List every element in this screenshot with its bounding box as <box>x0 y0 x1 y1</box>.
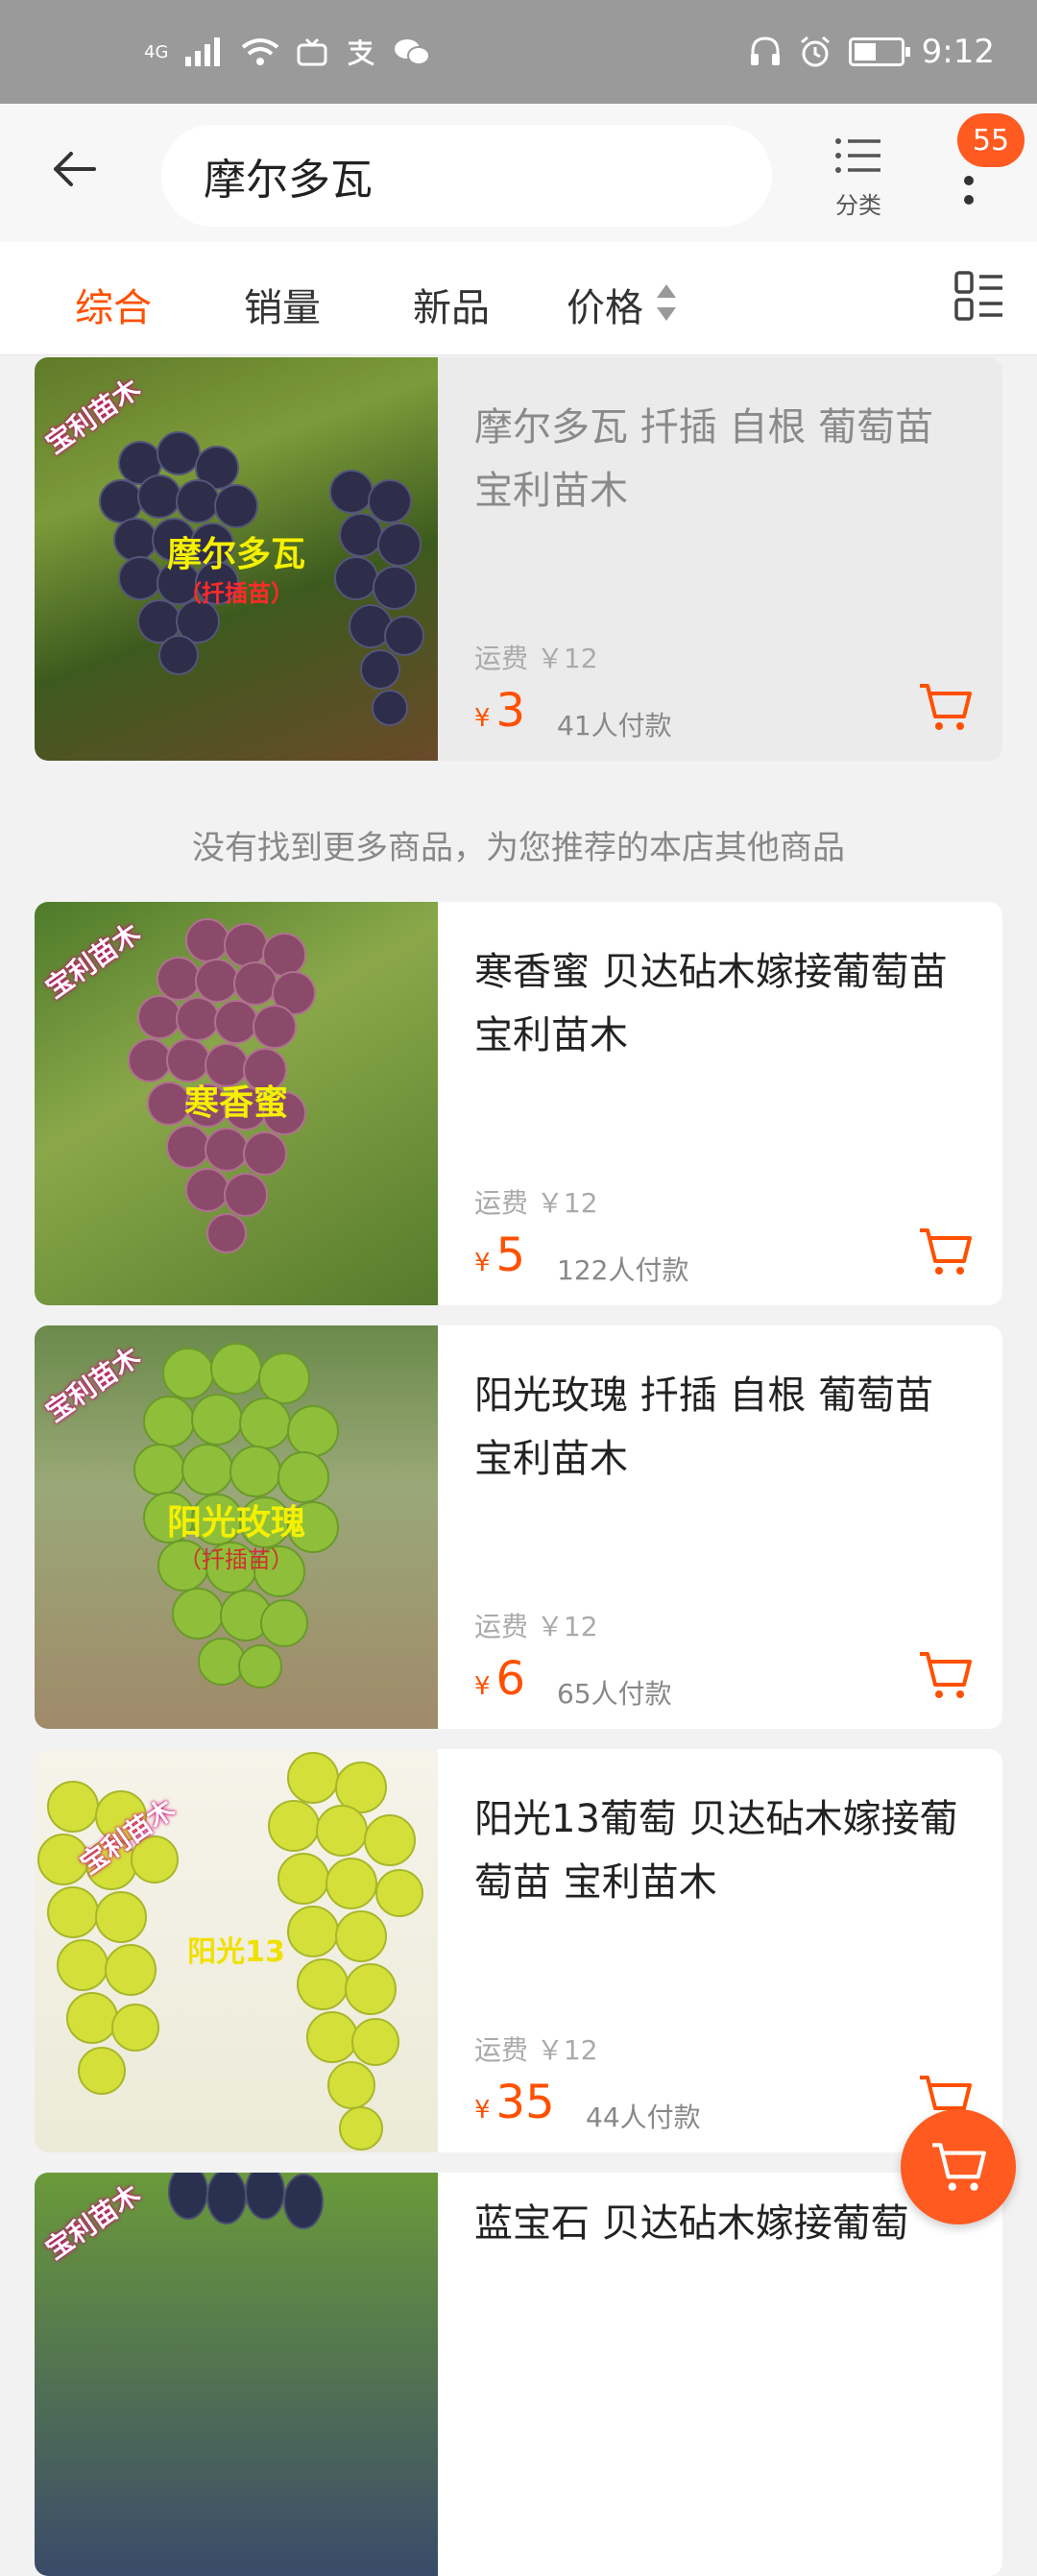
product-price: ¥35 <box>474 2076 555 2129</box>
product-card[interactable]: 阳光13 宝利苗木 阳光13葡萄 贝达砧木嫁接葡萄苗 宝利苗木 运费 ￥12 ¥… <box>35 1749 1002 2152</box>
sort-arrows-icon <box>657 284 676 321</box>
back-button[interactable] <box>48 142 111 206</box>
currency-symbol: ¥ <box>474 1672 491 1701</box>
layout-toggle-button[interactable] <box>954 271 1004 321</box>
product-price: ¥6 <box>474 1652 525 1706</box>
cart-icon <box>920 1228 972 1275</box>
product-title[interactable]: 蓝宝石 贝达砧木嫁接葡萄 <box>474 2192 974 2255</box>
price-value: 6 <box>495 1652 526 1706</box>
product-card[interactable]: 摩尔多瓦 （扦插苗） 宝利苗木 摩尔多瓦 扦插 自根 葡萄苗 宝利苗木 运费 ￥… <box>35 357 1002 761</box>
currency-symbol: ¥ <box>474 704 491 733</box>
product-title[interactable]: 摩尔多瓦 扦插 自根 葡萄苗 宝利苗木 <box>474 396 974 522</box>
alipay-icon <box>349 39 374 66</box>
cart-icon <box>920 684 972 730</box>
add-to-cart-button[interactable] <box>916 1223 974 1280</box>
wifi-icon <box>242 38 279 65</box>
sales-count: 65人付款 <box>557 1678 672 1710</box>
currency-symbol: ¥ <box>474 1249 491 1277</box>
shipping-fee: 运费 ￥12 <box>474 1187 598 1219</box>
category-button[interactable]: 分类 <box>828 136 889 220</box>
list-icon <box>835 138 880 173</box>
product-card[interactable]: 寒香蜜 宝利苗木 寒香蜜 贝达砧木嫁接葡萄苗 宝利苗木 运费 ￥12 ¥5 12… <box>35 902 1002 1305</box>
shipping-fee: 运费 ￥12 <box>474 2034 598 2066</box>
product-price: ¥5 <box>474 1228 525 1282</box>
more-vertical-icon <box>964 176 974 205</box>
signal-icon <box>185 37 221 66</box>
recommendation-notice: 没有找到更多商品，为您推荐的本店其他商品 <box>192 829 845 867</box>
product-title[interactable]: 阳光玫瑰 扦插 自根 葡萄苗 宝利苗木 <box>474 1364 974 1491</box>
product-image[interactable]: 摩尔多瓦 （扦插苗） 宝利苗木 <box>35 357 438 761</box>
alarm-icon <box>800 36 830 67</box>
currency-symbol: ¥ <box>474 2096 491 2125</box>
product-image[interactable]: 寒香蜜 宝利苗木 <box>35 902 438 1305</box>
search-header: 摩尔多瓦 分类 55 <box>0 104 1037 242</box>
more-button[interactable] <box>954 161 983 219</box>
grid-list-icon <box>954 271 1002 321</box>
product-title[interactable]: 阳光13葡萄 贝达砧木嫁接葡萄苗 宝利苗木 <box>474 1787 974 1914</box>
back-arrow-icon <box>54 152 96 186</box>
image-caption: 阳光玫瑰 <box>166 1503 305 1543</box>
sales-count: 41人付款 <box>557 710 672 741</box>
floating-cart-button[interactable] <box>901 2109 1016 2224</box>
tab-sales[interactable]: 销量 <box>244 277 321 332</box>
shipping-fee: 运费 ￥12 <box>474 643 598 674</box>
image-caption: 寒香蜜 <box>183 1083 288 1123</box>
product-price: ¥3 <box>474 684 525 738</box>
sales-count: 122人付款 <box>557 1254 689 1286</box>
image-caption: 阳光13 <box>187 1935 285 1969</box>
sales-count: 44人付款 <box>586 2102 701 2133</box>
search-query: 摩尔多瓦 <box>204 156 373 205</box>
tab-new[interactable]: 新品 <box>413 277 490 332</box>
clock: 9:12 <box>921 33 995 71</box>
category-label: 分类 <box>835 192 881 219</box>
image-caption: 摩尔多瓦 <box>166 535 305 574</box>
cart-icon <box>932 2143 986 2191</box>
battery-icon <box>848 37 910 66</box>
price-value: 3 <box>495 684 526 738</box>
tab-overall[interactable]: 综合 <box>75 277 152 332</box>
wechat-icon <box>395 39 431 65</box>
product-card[interactable]: 宝利苗木 蓝宝石 贝达砧木嫁接葡萄 <box>35 2173 1002 2576</box>
sort-bar: 综合 销量 新品 价格 <box>0 242 1037 355</box>
price-value: 35 <box>495 2076 555 2129</box>
product-image[interactable]: 阳光13 宝利苗木 <box>35 1749 438 2152</box>
add-to-cart-button[interactable] <box>916 678 974 736</box>
image-subcaption: （扦插苗） <box>179 1546 294 1573</box>
product-title[interactable]: 寒香蜜 贝达砧木嫁接葡萄苗 宝利苗木 <box>474 940 974 1067</box>
product-image[interactable]: 阳光玫瑰 （扦插苗） 宝利苗木 <box>35 1325 438 1729</box>
product-card[interactable]: 阳光玫瑰 （扦插苗） 宝利苗木 阳光玫瑰 扦插 自根 葡萄苗 宝利苗木 运费 ￥… <box>35 1325 1002 1729</box>
tab-price[interactable]: 价格 <box>567 277 643 332</box>
product-image[interactable]: 宝利苗木 <box>35 2173 438 2576</box>
price-value: 5 <box>495 1228 526 1282</box>
search-input[interactable]: 摩尔多瓦 <box>161 125 772 227</box>
cart-icon <box>920 1652 972 1698</box>
shipping-fee: 运费 ￥12 <box>474 1611 598 1642</box>
headphone-icon <box>750 36 780 65</box>
tv-icon <box>297 37 327 66</box>
add-to-cart-button[interactable] <box>916 1646 974 1704</box>
message-badge: 55 <box>957 113 1025 167</box>
network-label: 4G <box>144 41 169 62</box>
image-subcaption: （扦插苗） <box>179 580 294 607</box>
status-bar: 4G 9:12 <box>0 0 1037 104</box>
